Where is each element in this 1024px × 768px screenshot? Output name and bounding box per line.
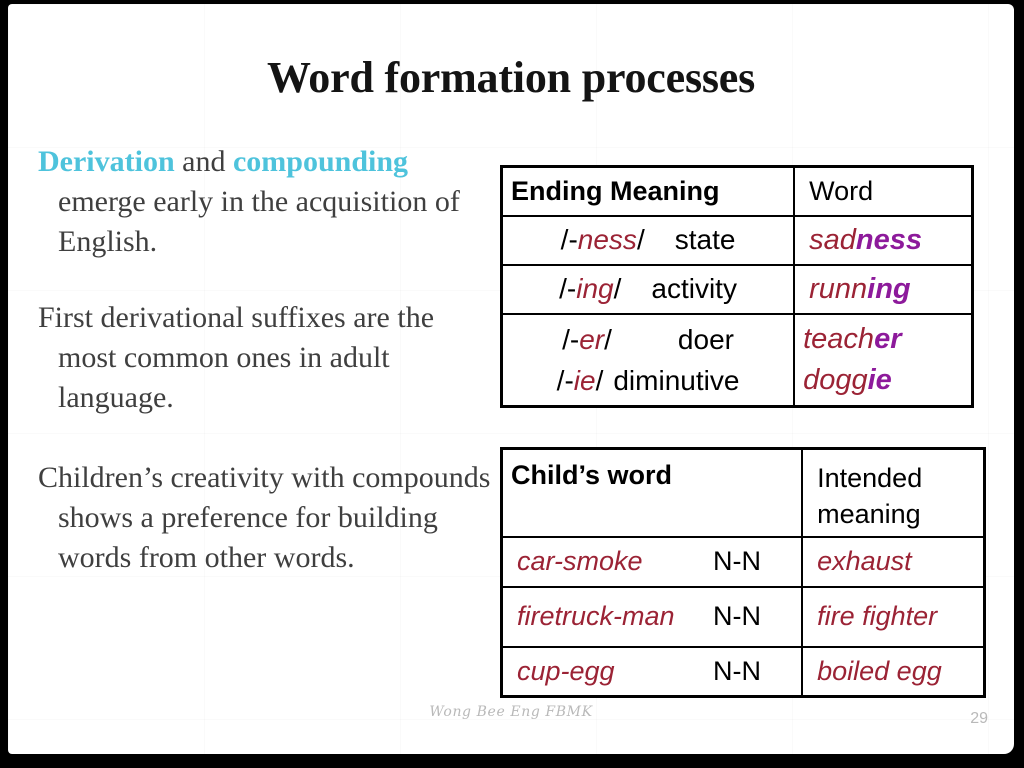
table-row: car-smoke N-N exhaust [500,535,986,588]
column-header-intended-meaning: Intended meaning [801,447,986,538]
suffix-text: ing [576,273,614,304]
paragraph-1-rest: emerge early in the acquisition of Engli… [58,185,460,258]
slash-close: / [595,364,604,396]
suffix-text: ie [573,364,596,396]
paragraph-derivation: Derivation and compounding emerge early … [24,142,494,262]
pattern-label: N-N [713,546,761,576]
child-word-firetruck-man: firetruck-man N-N [500,585,804,648]
child-word-text: car-smoke [517,546,643,576]
word-suffix: er [874,322,902,355]
body-text-column: Derivation and compounding emerge early … [24,142,494,614]
table-row: cup-egg N-N boiled egg [500,645,986,698]
footer-signature: Wong Bee Eng FBMK [429,704,593,720]
table-row: /-ness/state sadness [500,214,974,266]
child-word-table: Child’s word Intended meaning car-smoke N… [500,447,986,698]
slash-close: / [636,224,645,255]
child-word-text: cup-egg [517,655,615,686]
suffix-text: er [579,323,605,355]
slash-close: / [604,323,612,355]
meaning-text: activity [651,273,737,304]
word-suffix: ness [855,223,922,256]
pattern-label: N-N [713,601,761,631]
word-stem: teach [803,322,875,355]
column-header-word: Word [793,165,974,217]
child-word-cup-egg: cup-egg N-N [500,645,804,698]
word-teacher: teacher [803,319,963,360]
column-header-ending-meaning: Ending Meaning [500,165,796,217]
highlight-compounding: compounding [232,145,409,178]
header-line-1: Intended [817,463,923,493]
word-stem: sad [809,223,856,256]
ending-meaning-ness: /-ness/ state [500,214,796,266]
suffix-text: ness [577,224,637,255]
header-line-2: meaning [817,499,921,529]
page-number: 29 [970,710,988,727]
ending-meaning-ing: /-ing/ activity [500,263,796,315]
paragraph-creativity: Children’s creativity with compounds sho… [38,461,491,574]
word-suffix: ing [867,272,911,305]
table-header-row: Child’s word Intended meaning [500,447,986,538]
child-word-car-smoke: car-smoke N-N [500,535,804,588]
table-header-row: Ending Meaning Word [500,165,974,217]
meaning-text: state [674,224,736,255]
word-stem: runn [809,272,868,305]
meaning-text: diminutive [613,364,740,396]
slide-canvas: Word formation processes Derivation and … [8,4,1014,754]
word-suffix: ie [867,363,892,396]
highlight-derivation: Derivation [38,145,175,178]
table-row: /-ing/activity running [500,263,974,315]
slide-root: Word formation processes Derivation and … [0,0,1024,768]
intended-meaning-exhaust: exhaust [801,535,986,588]
slash-open: /- [556,364,574,396]
ending-meaning-ie-line: /-ie/ diminutive [511,360,785,401]
pattern-label: N-N [713,655,761,686]
intended-meaning-boiled-egg: boiled egg [801,645,986,698]
paragraph-1-conjunction: and [174,145,233,178]
paragraph-suffixes: First derivational suffixes are the most… [38,301,435,414]
child-word-text: firetruck-man [517,601,675,631]
suffix-table: Ending Meaning Word /-ness/state sadness… [500,165,974,408]
slash-close: / [613,273,622,304]
ending-meaning-er-line: /-er/ doer [511,319,785,360]
page-title: Word formation processes [266,53,756,102]
word-running: running [793,263,974,315]
word-stem: dogg [803,363,868,396]
column-header-childs-word: Child’s word [500,447,804,538]
slash-open: /- [560,224,578,255]
slash-open: /- [562,323,580,355]
ending-meaning-er-ie: /-er/doer /-ie/diminutive [500,312,796,407]
word-teacher-doggie: teacher doggie [793,312,974,407]
slash-open: /- [559,273,577,304]
meaning-text: doer [677,323,734,355]
table-row: firetruck-man N-N fire fighter [500,585,986,648]
intended-meaning-fire-fighter: fire fighter [801,585,986,648]
word-sadness: sadness [793,214,974,266]
word-doggie: doggie [803,360,963,401]
table-row-merged: /-er/doer /-ie/diminutive teacher doggie [500,312,974,407]
